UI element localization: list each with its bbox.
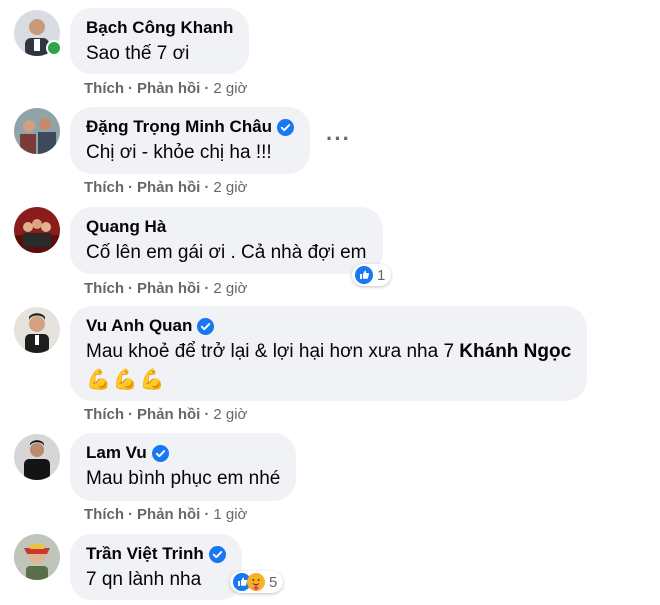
comment-actions: Thích · Phản hồi · 2 giờ [84, 406, 248, 423]
verified-badge-icon [208, 545, 226, 563]
emoji-row: 💪 💪 💪 [86, 369, 571, 391]
like-link[interactable]: Thích [84, 406, 124, 423]
comment-timestamp[interactable]: 2 giờ [213, 179, 247, 196]
comment-actions: Thích · Phản hồi · 2 giờ [84, 280, 248, 297]
verified-badge-icon [197, 317, 215, 335]
reply-link[interactable]: Phản hồi [137, 80, 200, 97]
flexed-biceps-emoji: 💪 [112, 369, 138, 391]
comment-author[interactable]: Quang Hà [86, 217, 166, 237]
like-reaction-icon [355, 266, 373, 284]
comment-author[interactable]: Đặng Trọng Minh Châu [86, 117, 272, 137]
online-status-indicator [46, 40, 62, 56]
comment-text: 7 qn lành nha [86, 569, 202, 590]
comment-bubble: Quang Hà Cố lên em gái ơi . Cả nhà đợi e… [70, 207, 383, 274]
like-link[interactable]: Thích [84, 179, 124, 196]
reaction-count: 5 [269, 573, 278, 591]
comment-bubble: Bạch Công Khanh Sao thế 7 ơi [70, 8, 250, 74]
avatar[interactable] [14, 434, 60, 480]
reply-link[interactable]: Phản hồi [137, 280, 200, 297]
comment-author[interactable]: Bạch Công Khanh [86, 18, 233, 38]
comment-bubble: Đặng Trọng Minh Châu Chị ơi - khỏe chị h… [70, 107, 311, 174]
comment-timestamp[interactable]: 2 giờ [213, 280, 247, 297]
comment-bubble: Vu Anh Quan Mau khoẻ để trở lại & lợi hạ… [70, 306, 588, 401]
comment-timestamp[interactable]: 2 giờ [213, 80, 247, 97]
avatar[interactable] [14, 534, 60, 580]
comment-timestamp[interactable]: 2 giờ [213, 406, 247, 423]
verified-badge-icon [151, 444, 169, 462]
comment-author[interactable]: Vu Anh Quan [86, 316, 192, 336]
like-link[interactable]: Thích [84, 80, 124, 97]
comment-bubble: Lam Vu Mau bình phục em nhé [70, 433, 297, 501]
like-link[interactable]: Thích [84, 506, 124, 523]
comment-actions: Thích · Phản hồi · 1 giờ [84, 506, 248, 523]
more-options-button[interactable]: ··· [326, 126, 351, 152]
reply-link[interactable]: Phản hồi [137, 179, 200, 196]
comment-author[interactable]: Trần Việt Trinh [86, 544, 204, 564]
verified-badge-icon [277, 118, 295, 136]
comment-actions: Thích · Phản hồi · 2 giờ [84, 179, 248, 196]
reply-link[interactable]: Phản hồi [137, 406, 200, 423]
flexed-biceps-emoji: 💪 [86, 369, 111, 391]
comment-text: Sao thế 7 ơi [86, 43, 190, 64]
comment-bubble: Trần Việt Trinh 7 qn lành nha [70, 534, 242, 600]
comment-text: Cố lên em gái ơi . Cả nhà đợi em [86, 242, 367, 263]
reaction-summary[interactable]: 1 [352, 264, 392, 286]
comment-actions: Thích · Phản hồi · 2 giờ [84, 80, 248, 97]
comment-timestamp[interactable]: 1 giờ [213, 506, 247, 523]
reaction-summary[interactable]: 5 [230, 571, 284, 593]
reaction-count: 1 [377, 266, 386, 284]
reply-link[interactable]: Phản hồi [137, 506, 200, 523]
flexed-biceps-emoji: 💪 [139, 369, 165, 391]
avatar[interactable] [14, 207, 60, 253]
comment-text: Mau bình phục em nhé [86, 468, 281, 489]
mentioned-user-link[interactable]: Khánh Ngọc [459, 341, 571, 362]
comment-text: Chị ơi - khỏe chị ha !!! [86, 142, 272, 163]
avatar[interactable] [14, 108, 60, 154]
comment-author[interactable]: Lam Vu [86, 443, 147, 463]
comment-text: Mau khoẻ để trở lại & lợi hại hơn xưa nh… [86, 341, 572, 362]
avatar[interactable] [14, 307, 60, 353]
care-reaction-icon [247, 573, 265, 591]
like-link[interactable]: Thích [84, 280, 124, 297]
